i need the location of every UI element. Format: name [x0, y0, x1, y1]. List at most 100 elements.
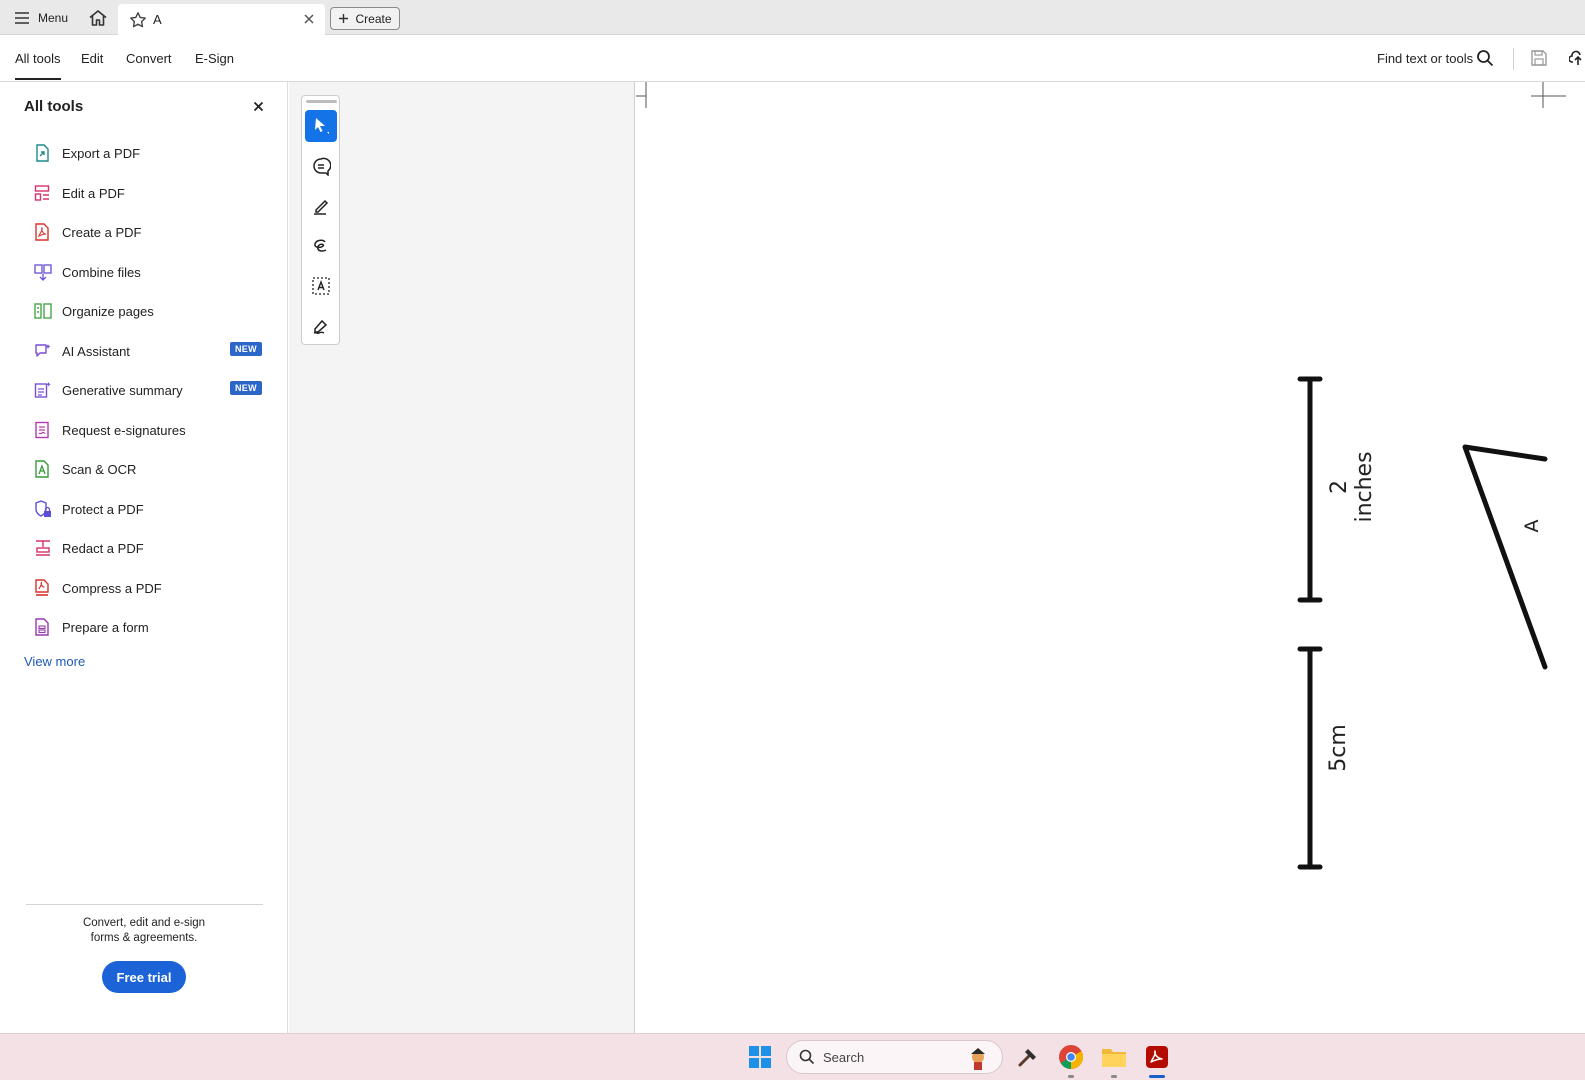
create-button[interactable]: Create	[330, 7, 400, 30]
divider	[26, 904, 263, 905]
tab-title: A	[153, 12, 162, 27]
view-more-link[interactable]: View more	[24, 654, 85, 669]
select-tool[interactable]	[305, 110, 337, 142]
windows-start-icon[interactable]	[748, 1045, 772, 1069]
hamburger-icon	[15, 12, 29, 24]
select-icon	[315, 118, 329, 134]
combine-files-icon	[24, 261, 62, 283]
tool-label: Edit a PDF	[62, 185, 125, 201]
menu-convert[interactable]: Convert	[126, 51, 172, 66]
protect-pdf-icon	[24, 498, 62, 520]
text-select-tool[interactable]	[305, 270, 337, 302]
draw-icon	[314, 239, 327, 252]
tool-label: Organize pages	[62, 303, 154, 319]
search-icon[interactable]	[1476, 49, 1494, 67]
menu-edit[interactable]: Edit	[81, 51, 103, 66]
taskbar-app-chrome[interactable]	[1056, 1042, 1086, 1072]
promo-text: Convert, edit and e-sign forms & agreeme…	[24, 916, 264, 946]
all-tools-panel: All tools Export a PDF Edit a PDF Create…	[0, 82, 288, 1033]
close-panel-icon[interactable]	[253, 101, 264, 112]
menu-all-tools[interactable]: All tools	[15, 51, 61, 80]
tool-generative-summary[interactable]: Generative summary NEW	[24, 375, 269, 405]
comment-tool[interactable]	[305, 150, 337, 182]
export-pdf-icon	[24, 142, 62, 164]
save-icon[interactable]	[1530, 49, 1548, 67]
new-badge: NEW	[230, 381, 262, 395]
search-highlight-icon	[971, 1048, 985, 1070]
home-icon	[89, 10, 107, 26]
promo-line-2: forms & agreements.	[90, 932, 198, 944]
sign-icon	[313, 319, 328, 334]
tool-scan-ocr[interactable]: Scan & OCR	[24, 454, 269, 484]
taskbar: Search	[0, 1033, 1585, 1080]
page-content	[636, 82, 1566, 870]
tool-label: Redact a PDF	[62, 540, 144, 556]
tool-protect-pdf[interactable]: Protect a PDF	[24, 494, 269, 524]
menu-esign[interactable]: E-Sign	[195, 51, 234, 66]
acrobat-icon	[1146, 1046, 1168, 1068]
scale-label-cm: 5cm	[1326, 724, 1351, 772]
text-select-icon	[312, 277, 330, 295]
draw-tool[interactable]	[305, 230, 337, 262]
organize-pages-icon	[24, 300, 62, 322]
tool-label: Protect a PDF	[62, 501, 144, 517]
taskbar-app-tools[interactable]	[1013, 1042, 1043, 1072]
promo-line-1: Convert, edit and e-sign	[82, 917, 206, 929]
running-indicator	[1068, 1075, 1074, 1078]
tool-edit-pdf[interactable]: Edit a PDF	[24, 178, 269, 208]
work-area	[289, 82, 635, 1033]
tool-label: AI Assistant	[62, 343, 130, 359]
request-esignatures-icon	[24, 419, 62, 441]
edit-pdf-icon	[24, 182, 62, 204]
taskbar-app-explorer[interactable]	[1099, 1042, 1129, 1072]
document-tab[interactable]: A	[118, 4, 325, 35]
tool-prepare-form[interactable]: Prepare a form	[24, 612, 269, 642]
drag-handle[interactable]	[306, 100, 337, 103]
tool-request-esignatures[interactable]: Request e-signatures	[24, 415, 269, 445]
taskbar-search[interactable]: Search	[786, 1040, 1003, 1074]
top-menu: All tools Edit Convert E-Sign Find text …	[0, 35, 1585, 82]
tool-label: Generative summary	[62, 382, 183, 398]
upload-cloud-icon[interactable]	[1569, 49, 1585, 67]
tool-label: Export a PDF	[62, 145, 141, 161]
search-icon	[799, 1049, 815, 1065]
tool-ai-assistant[interactable]: AI Assistant NEW	[24, 336, 269, 366]
tool-combine-files[interactable]: Combine files	[24, 257, 269, 287]
taskbar-app-acrobat[interactable]	[1142, 1042, 1172, 1072]
scan-ocr-icon	[24, 458, 62, 480]
tool-label: Combine files	[62, 264, 141, 280]
tool-compress-pdf[interactable]: Compress a PDF	[24, 573, 269, 603]
tool-label: Create a PDF	[62, 224, 142, 240]
home-button[interactable]	[88, 8, 108, 28]
chrome-icon	[1059, 1045, 1084, 1069]
scale-label-inches: 2 inches	[1327, 451, 1377, 523]
ai-assistant-icon	[24, 340, 62, 362]
find-text-or-tools[interactable]: Find text or tools	[1377, 51, 1473, 66]
active-indicator	[1149, 1075, 1165, 1078]
triangle-label-a: A	[1521, 519, 1543, 533]
generative-summary-icon	[24, 379, 62, 401]
hammer-icon	[1018, 1049, 1036, 1067]
close-tab-icon[interactable]	[303, 13, 315, 25]
tool-create-pdf[interactable]: Create a PDF	[24, 217, 269, 247]
tool-label: Request e-signatures	[62, 422, 186, 438]
tool-label: Prepare a form	[62, 619, 149, 635]
tool-label: Scan & OCR	[62, 461, 137, 477]
new-badge: NEW	[230, 342, 262, 356]
running-indicator	[1111, 1075, 1117, 1078]
tool-redact-pdf[interactable]: Redact a PDF	[24, 533, 269, 563]
menu-button[interactable]: Menu	[14, 8, 68, 28]
star-icon[interactable]	[129, 11, 147, 29]
sign-tool[interactable]	[305, 310, 337, 342]
tool-organize-pages[interactable]: Organize pages	[24, 296, 269, 326]
folder-icon	[1102, 1049, 1126, 1067]
tool-export-pdf[interactable]: Export a PDF	[24, 138, 269, 168]
free-trial-button[interactable]: Free trial	[102, 961, 186, 993]
comment-icon	[313, 157, 331, 176]
quick-tools-bar	[301, 95, 340, 345]
plus-icon	[339, 14, 349, 23]
create-label: Create	[355, 11, 392, 26]
highlight-tool[interactable]	[305, 190, 337, 222]
menu-label: Menu	[38, 11, 69, 25]
document-page[interactable]: 2 inches 5cm A	[636, 82, 1585, 1033]
